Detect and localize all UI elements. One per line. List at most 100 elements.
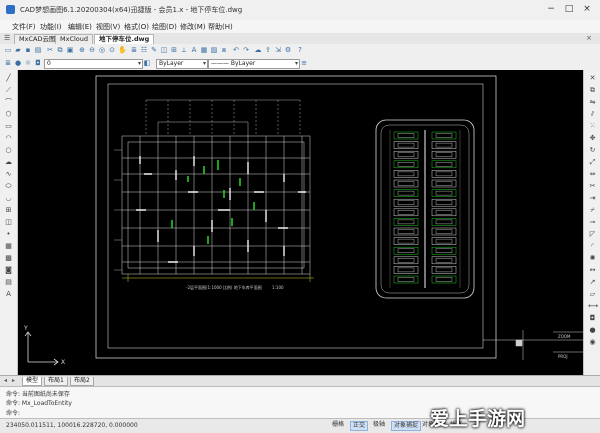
drawing-canvas[interactable]: -2层平面图(1:1000 比例) 地下车库平面图 1:100 ZOOM PRO…: [18, 70, 583, 375]
array-icon[interactable]: ⁙: [588, 122, 597, 131]
revision-cloud-icon[interactable]: ☁: [4, 158, 13, 167]
tab-mxcad-cloud[interactable]: MxCAD云图: [14, 34, 61, 44]
break-icon[interactable]: ⌿: [588, 206, 597, 215]
explode-icon[interactable]: ✺: [588, 254, 597, 263]
rotate-icon[interactable]: ↻: [588, 146, 597, 155]
menu-function[interactable]: 功能(I): [40, 22, 62, 32]
layer-manager-icon[interactable]: ≣: [130, 46, 138, 54]
tab-mxcloud[interactable]: MxCloud: [55, 34, 94, 44]
extend-icon[interactable]: ⇥: [588, 194, 597, 203]
tab-active-drawing[interactable]: 地下停车位.dwg: [94, 34, 155, 44]
hatch-tool-icon[interactable]: ▦: [4, 242, 13, 251]
layer-state-icon[interactable]: ≣: [4, 59, 12, 67]
redo-icon[interactable]: ↷: [242, 46, 250, 54]
table-icon[interactable]: ▤: [4, 278, 13, 287]
copy-icon[interactable]: ⧉: [56, 46, 64, 54]
line-tool-icon[interactable]: ╱: [4, 74, 13, 83]
move-icon[interactable]: ✥: [588, 134, 597, 143]
trim-icon[interactable]: ✂: [588, 182, 597, 191]
zoom-in-icon[interactable]: ⊕: [78, 46, 86, 54]
distance-icon[interactable]: ⟷: [588, 302, 598, 311]
layer-isolate-icon[interactable]: ◉: [588, 338, 597, 347]
layer-previous-icon[interactable]: ◧: [143, 59, 151, 67]
xref-icon[interactable]: ⧈: [220, 46, 228, 54]
tab-scroll-right-icon[interactable]: ▸: [12, 377, 15, 384]
maximize-button[interactable]: □: [562, 3, 576, 15]
layer-select[interactable]: 0 ▾: [44, 59, 143, 69]
export-icon[interactable]: ⇲: [274, 46, 282, 54]
sun-icon[interactable]: ☼: [24, 59, 32, 67]
lineweight-icon[interactable]: ≡: [300, 59, 308, 67]
insert-block-icon[interactable]: ⊞: [4, 206, 13, 215]
zoom-out-icon[interactable]: ⊖: [88, 46, 96, 54]
stretch-icon[interactable]: ⇔: [588, 170, 597, 179]
ellipse-icon[interactable]: ⬭: [4, 182, 13, 191]
ellipse-arc-icon[interactable]: ◡: [4, 194, 13, 203]
tab-scroll-left-icon[interactable]: ◂: [4, 377, 7, 384]
polyline-icon[interactable]: ⌒: [4, 98, 13, 107]
menu-draw[interactable]: 绘图(D): [152, 22, 177, 32]
share-icon[interactable]: ⇪: [264, 46, 272, 54]
menu-edit[interactable]: 编辑(E): [68, 22, 92, 32]
offset-icon[interactable]: ⫽: [588, 110, 597, 119]
scale-icon[interactable]: ⤢: [588, 158, 597, 167]
image-icon[interactable]: ▨: [210, 46, 218, 54]
color-select[interactable]: ByLayer ▾: [156, 59, 208, 69]
mtext-icon[interactable]: A: [4, 290, 13, 299]
lock-layer-icon[interactable]: ◘: [588, 314, 597, 323]
linetype-select[interactable]: ——— ByLayer ▾: [208, 59, 300, 69]
polar-toggle[interactable]: 极轴: [371, 421, 387, 429]
undo-icon[interactable]: ↶: [232, 46, 240, 54]
tab-close-icon[interactable]: ×: [586, 34, 592, 42]
open-folder-icon[interactable]: ▰: [14, 46, 22, 54]
erase-icon[interactable]: ✕: [588, 74, 597, 83]
chamfer-icon[interactable]: ◸: [588, 230, 597, 239]
polygon-icon[interactable]: ⬡: [4, 110, 13, 119]
region-icon[interactable]: ◙: [4, 266, 13, 275]
gradient-icon[interactable]: ▩: [4, 254, 13, 263]
cut-icon[interactable]: ✂: [46, 46, 54, 54]
menu-help[interactable]: 帮助(H): [208, 22, 233, 32]
lightbulb-icon[interactable]: ●: [14, 59, 22, 67]
ortho-toggle[interactable]: 正交: [350, 421, 369, 431]
hatch-icon[interactable]: ▦: [200, 46, 208, 54]
mirror-icon[interactable]: ⇋: [588, 98, 597, 107]
new-file-icon[interactable]: ▭: [4, 46, 12, 54]
grid-toggle[interactable]: 栅格: [330, 421, 346, 429]
paste-icon[interactable]: ▣: [66, 46, 74, 54]
close-button[interactable]: ×: [580, 3, 594, 15]
settings-icon[interactable]: ⚙: [284, 46, 292, 54]
circle-icon[interactable]: ○: [4, 146, 13, 155]
copy-tool-icon[interactable]: ⧉: [588, 86, 597, 95]
menu-file[interactable]: 文件(F): [12, 22, 36, 32]
command-input[interactable]: 命令:: [6, 408, 20, 417]
help-icon[interactable]: ?: [296, 46, 304, 54]
properties-icon[interactable]: ☷: [140, 46, 148, 54]
point-icon[interactable]: •: [4, 230, 13, 239]
menu-modify[interactable]: 修改(M): [180, 22, 206, 32]
dimension-icon[interactable]: ↔: [588, 266, 597, 275]
cloud-icon[interactable]: ☁: [254, 46, 262, 54]
tab-layout1[interactable]: 布局1: [44, 377, 68, 386]
save-icon[interactable]: ▪: [24, 46, 32, 54]
match-properties-icon[interactable]: ✎: [150, 46, 158, 54]
join-icon[interactable]: ⊸: [588, 218, 597, 227]
text-icon[interactable]: A: [190, 46, 198, 54]
zoom-extents-icon[interactable]: ⊙: [108, 46, 116, 54]
layer-off-icon[interactable]: ●: [588, 326, 597, 335]
print-icon[interactable]: ▤: [34, 46, 42, 54]
spline-icon[interactable]: ∿: [4, 170, 13, 179]
menu-view[interactable]: 视图(V): [96, 22, 120, 32]
lock-icon[interactable]: ◘: [34, 59, 42, 67]
arc-icon[interactable]: ◠: [4, 134, 13, 143]
insert-icon[interactable]: ⊞: [170, 46, 178, 54]
tab-menu-icon[interactable]: ☰: [4, 34, 10, 42]
osnap-toggle[interactable]: 对象捕捉: [391, 421, 422, 431]
pan-icon[interactable]: ✋: [118, 46, 127, 54]
construction-line-icon[interactable]: ⟋: [4, 86, 13, 95]
make-block-icon[interactable]: ◫: [4, 218, 13, 227]
zoom-window-icon[interactable]: ◎: [98, 46, 106, 54]
block-icon[interactable]: ◫: [160, 46, 168, 54]
rectangle-icon[interactable]: ▭: [4, 122, 13, 131]
measure-icon[interactable]: ⟂: [180, 46, 188, 54]
